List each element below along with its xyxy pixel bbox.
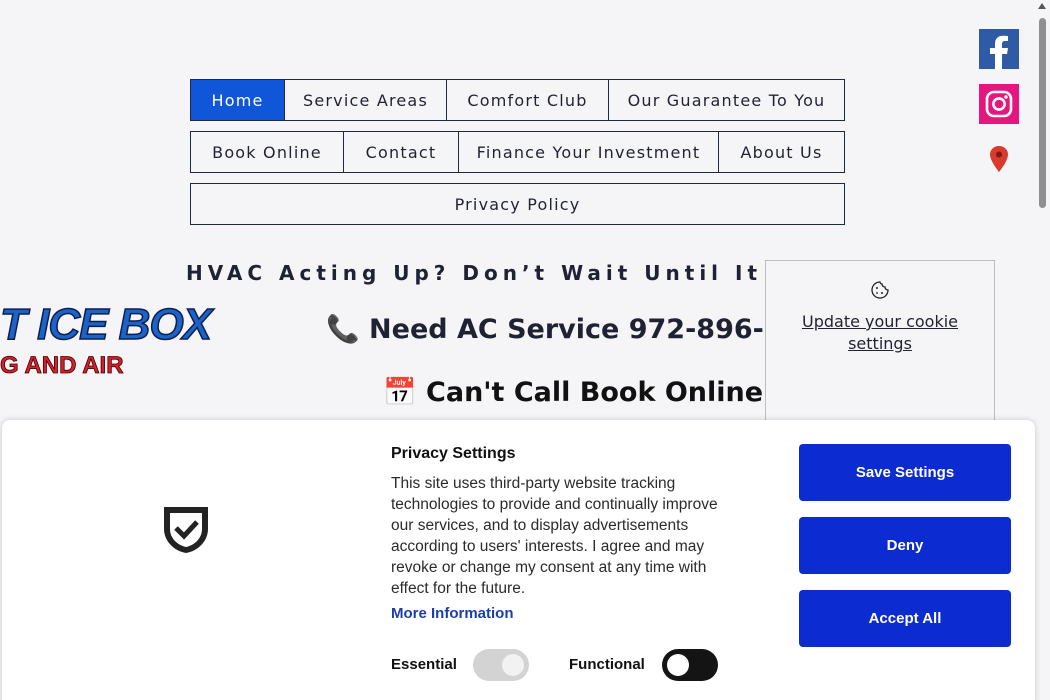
scrollbar[interactable]	[1035, 0, 1050, 700]
privacy-description: This site uses third-party website track…	[391, 475, 718, 597]
company-logo-line1: T ICE BOX	[0, 299, 213, 350]
nav-book-online[interactable]: Book Online	[190, 131, 344, 173]
scroll-up-arrow-icon[interactable]	[1038, 3, 1046, 9]
essential-toggle-knob	[502, 654, 524, 676]
instagram-icon[interactable]	[979, 84, 1019, 124]
map-pin-icon[interactable]	[989, 146, 1009, 176]
book-online-cta[interactable]: 📅 Can't Call Book Online	[383, 376, 763, 408]
phone-icon: 📞	[326, 314, 360, 345]
calendar-icon: 📅	[383, 377, 417, 408]
essential-label: Essential	[391, 656, 457, 673]
privacy-settings-panel: Privacy Settings This site uses third-pa…	[2, 420, 1035, 700]
nav-privacy-policy[interactable]: Privacy Policy	[190, 183, 845, 225]
accept-all-button[interactable]: Accept All	[799, 590, 1011, 647]
hero-tagline: HVAC Acting Up? Don’t Wait Until It Stop	[186, 261, 846, 285]
functional-label: Functional	[569, 656, 645, 673]
nav-contact[interactable]: Contact	[343, 131, 459, 173]
nav-comfort-club[interactable]: Comfort Club	[446, 79, 609, 121]
phone-cta[interactable]: 📞 Need AC Service 972-896-1172	[326, 313, 839, 345]
scroll-thumb[interactable]	[1039, 18, 1046, 208]
more-information-link[interactable]: More Information	[391, 605, 514, 622]
cookie-settings-card: Update your cookie settings	[765, 260, 995, 430]
nav-finance[interactable]: Finance Your Investment	[458, 131, 719, 173]
company-logo-line2: G AND AIR	[0, 352, 124, 380]
book-online-text: Can't Call Book Online	[426, 377, 764, 408]
nav-home[interactable]: Home	[190, 79, 285, 121]
facebook-icon[interactable]	[979, 29, 1019, 69]
functional-toggle[interactable]	[662, 649, 718, 681]
functional-toggle-knob	[667, 654, 689, 676]
nav-our-guarantee[interactable]: Our Guarantee To You	[608, 79, 845, 121]
shield-check-icon	[160, 504, 212, 560]
deny-button[interactable]: Deny	[799, 517, 1011, 574]
essential-toggle[interactable]	[473, 649, 529, 681]
nav-service-areas[interactable]: Service Areas	[284, 79, 447, 121]
privacy-title: Privacy Settings	[391, 445, 516, 462]
cookie-icon	[870, 280, 890, 304]
nav-about-us[interactable]: About Us	[718, 131, 845, 173]
save-settings-button[interactable]: Save Settings	[799, 444, 1011, 501]
update-cookie-settings-link[interactable]: Update your cookie settings	[786, 311, 974, 355]
